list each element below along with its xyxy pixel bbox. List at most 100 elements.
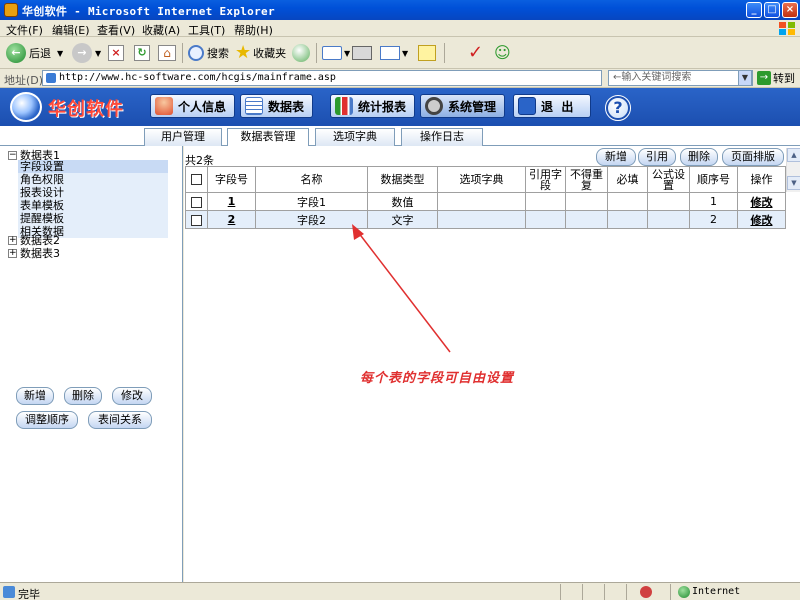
favorites-button[interactable]: ★ 收藏夹 <box>235 42 286 64</box>
nav-label: 统计报表 <box>358 99 407 114</box>
close-button[interactable]: × <box>782 2 798 18</box>
ref-cell <box>525 192 566 211</box>
type-cell: 文字 <box>367 210 438 229</box>
go-arrow-icon: → <box>757 71 771 85</box>
note-icon <box>418 45 436 61</box>
swoosh-icon: ✓ <box>468 42 484 63</box>
tab-option-dictionary[interactable]: 选项字典 <box>315 128 395 146</box>
discuss-button[interactable] <box>418 42 436 64</box>
stop-icon: × <box>108 45 124 61</box>
menu-favorites[interactable]: 收藏(A) <box>142 22 180 38</box>
mail-icon <box>322 46 342 60</box>
collapse-icon[interactable]: − <box>8 150 17 160</box>
tab-user-management[interactable]: 用户管理 <box>144 128 222 146</box>
add-field-button[interactable]: 新增 <box>596 148 636 166</box>
scroll-up-icon[interactable]: ▲ <box>787 148 800 162</box>
left-edit-button[interactable]: 修改 <box>112 387 152 405</box>
table-row: 1 字段1 数值 1 修改 <box>185 192 786 211</box>
type-cell: 数值 <box>367 192 438 211</box>
help-button[interactable]: ? <box>605 95 631 121</box>
gear-icon <box>425 97 443 115</box>
refresh-icon: ↻ <box>134 45 150 61</box>
tree-item-field-settings[interactable]: 字段设置 <box>18 160 168 173</box>
nav-data-table[interactable]: 数据表 <box>240 94 314 118</box>
vertical-scrollbar[interactable]: ▲ ▼ <box>786 148 800 192</box>
delete-field-button[interactable]: 删除 <box>680 148 718 166</box>
back-button[interactable]: ← 后退 ▼ <box>6 42 63 64</box>
edit-icon <box>380 46 400 60</box>
table-relations-button[interactable]: 表间关系 <box>88 411 152 429</box>
header-select-all[interactable] <box>185 166 208 193</box>
menu-tools[interactable]: 工具(T) <box>188 22 225 38</box>
search-label: 搜索 <box>207 47 229 60</box>
address-bar: 地址(D) http://www.hc-software.com/hcgis/m… <box>0 69 800 88</box>
tree-item-role-permissions[interactable]: 角色权限 <box>18 173 168 186</box>
row-select[interactable] <box>185 210 208 229</box>
reorder-button[interactable]: 调整顺序 <box>16 411 78 429</box>
refresh-button[interactable]: ↻ <box>134 42 150 64</box>
status-divider <box>670 584 671 600</box>
header-operation: 操作 <box>737 166 786 193</box>
annotation-text: 每个表的字段可自由设置 <box>360 371 515 386</box>
forward-button[interactable]: → ▼ <box>72 42 101 64</box>
tree-node-table3[interactable]: + 数据表3 <box>8 245 60 261</box>
expand-icon[interactable]: + <box>8 235 17 245</box>
tab-data-table-management[interactable]: 数据表管理 <box>227 128 309 147</box>
print-button[interactable] <box>352 42 372 64</box>
page-icon <box>46 73 56 83</box>
nav-personal-info[interactable]: 个人信息 <box>150 94 236 118</box>
field-no-link[interactable]: 1 <box>228 195 236 208</box>
edit-button[interactable]: ▼ <box>380 42 408 64</box>
scroll-down-icon[interactable]: ▼ <box>787 176 800 190</box>
nav-stat-report[interactable]: 统计报表 <box>330 94 416 118</box>
expand-icon[interactable]: + <box>8 248 17 258</box>
field-no-link[interactable]: 2 <box>228 213 236 226</box>
print-icon <box>352 46 372 60</box>
address-dropdown-icon[interactable]: ▼ <box>738 70 752 86</box>
history-button[interactable] <box>292 42 310 64</box>
maximize-button[interactable]: □ <box>764 2 780 18</box>
reference-button[interactable]: 引用 <box>638 148 676 166</box>
search-button[interactable]: 搜索 <box>188 42 229 64</box>
row-checkbox[interactable] <box>191 214 202 226</box>
tree-item-form-template[interactable]: 表单模板 <box>18 199 168 212</box>
zone-label: Internet <box>692 586 741 597</box>
tab-operation-log[interactable]: 操作日志 <box>401 128 483 146</box>
menu-edit[interactable]: 编辑(E) <box>52 22 90 38</box>
messenger-button[interactable]: ☺ <box>494 42 511 64</box>
brand-name: 华创软件 <box>48 99 124 120</box>
menu-file[interactable]: 文件(F) <box>6 22 43 38</box>
tree-item-reminder-template[interactable]: 提醒模板 <box>18 212 168 225</box>
tree-item-report-design[interactable]: 报表设计 <box>18 186 168 199</box>
search-icon <box>188 45 204 61</box>
op-cell: 修改 <box>737 192 786 211</box>
stop-button[interactable]: × <box>108 42 124 64</box>
nav-logout[interactable]: 退 出 <box>513 94 591 118</box>
row-select[interactable] <box>185 192 208 211</box>
select-all-checkbox[interactable] <box>191 174 202 186</box>
edit-field-link[interactable]: 修改 <box>751 196 773 209</box>
nav-system-admin[interactable]: 系统管理 <box>420 94 506 118</box>
brand-logo-icon <box>10 92 42 122</box>
left-delete-button[interactable]: 删除 <box>64 387 102 405</box>
browser-toolbar: ← 后退 ▼ → ▼ × ↻ ⌂ 搜索 ★ 收藏夹 ▼ ▼ ✓ ☺ <box>0 37 800 69</box>
formula-cell <box>647 210 690 229</box>
mail-button[interactable]: ▼ <box>322 42 350 64</box>
menu-view[interactable]: 查看(V) <box>97 22 135 38</box>
row-checkbox[interactable] <box>191 196 202 208</box>
internet-zone-icon <box>678 586 690 598</box>
status-divider <box>604 584 605 600</box>
windows-logo-icon <box>779 22 795 35</box>
go-button[interactable]: → 转到 <box>757 70 795 86</box>
left-add-button[interactable]: 新增 <box>16 387 54 405</box>
edit-field-link[interactable]: 修改 <box>751 214 773 227</box>
minimize-button[interactable]: _ <box>746 2 762 18</box>
research-button[interactable]: ✓ <box>468 42 483 64</box>
menu-help[interactable]: 帮助(H) <box>234 22 273 38</box>
header-field-no: 字段号 <box>207 166 256 193</box>
address-input[interactable]: http://www.hc-software.com/hcgis/mainfra… <box>42 70 602 86</box>
formula-cell <box>647 192 690 211</box>
home-button[interactable]: ⌂ <box>158 42 176 64</box>
page-layout-button[interactable]: 页面排版 <box>722 148 784 166</box>
keyword-search-input[interactable]: ←输入关键词搜索 <box>608 70 753 86</box>
